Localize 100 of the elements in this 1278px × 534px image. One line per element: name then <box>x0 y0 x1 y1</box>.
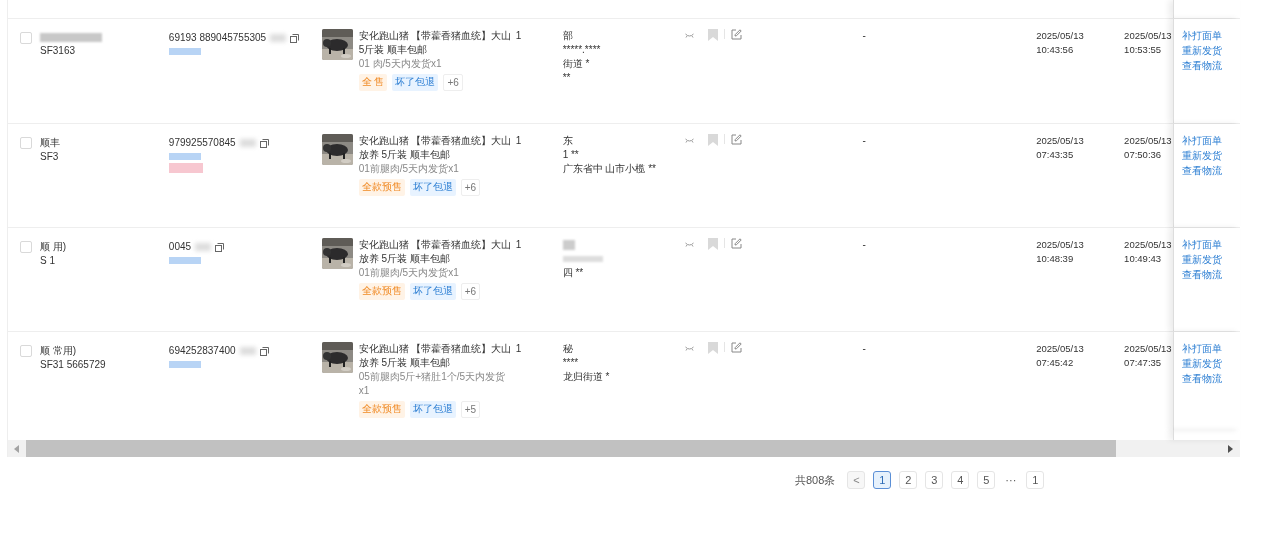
product-spec: 01前腿肉/5天内发货x1 <box>358 266 460 280</box>
action-link[interactable]: 查看物流 <box>1182 59 1223 73</box>
carrier-name: 顺 常用) <box>40 344 78 358</box>
product-tag: 坏了包退 <box>409 283 456 300</box>
product-spec: 01 肉/5天内发货x1 <box>358 57 443 71</box>
carrier-name: 顺丰 <box>40 136 60 150</box>
date-text: 2025/05/13 <box>1124 134 1173 148</box>
receiver-name: 部 <box>562 29 574 43</box>
page-button[interactable]: 1 <box>873 471 892 489</box>
order-number: 0045 <box>168 240 192 254</box>
receiver-address: 广东省中 山市小榄 ** <box>562 162 657 176</box>
product-tag: 全款预售 <box>358 179 405 196</box>
time-text: 10:48:39 <box>1036 252 1075 266</box>
page-button[interactable]: 2 <box>899 471 918 489</box>
copy-icon[interactable] <box>259 138 269 148</box>
checkbox[interactable] <box>20 345 32 357</box>
action-link[interactable]: 重新发货 <box>1182 149 1223 163</box>
copy-icon[interactable] <box>259 346 269 356</box>
action-link[interactable]: 补打面单 <box>1182 29 1223 43</box>
quantity: 1 <box>515 135 522 146</box>
quantity: 1 <box>515 30 522 41</box>
edit-icon[interactable] <box>731 29 743 40</box>
product-tag: 坏了包退 <box>392 74 439 91</box>
copy-icon[interactable] <box>290 33 300 43</box>
waybill-number: SF31 5665729 <box>40 358 106 372</box>
redaction-mask <box>239 347 256 355</box>
checkbox[interactable] <box>20 241 32 253</box>
product-title: 安化跑山猪 【带藿香猪血统】大山 <box>358 238 512 252</box>
bookmark-icon[interactable] <box>708 29 719 41</box>
product-tag: 全 售 <box>358 74 388 91</box>
eye-icon[interactable] <box>684 242 694 247</box>
quantity: 1 <box>515 239 522 250</box>
bookmark-icon[interactable] <box>708 238 719 250</box>
time-text: 07:47:35 <box>1124 356 1163 370</box>
action-link[interactable]: 重新发货 <box>1182 253 1223 267</box>
product-tag: 全款预售 <box>358 283 405 300</box>
receiver-address: 街道 * <box>562 57 591 71</box>
remark-text: - <box>862 135 866 146</box>
receiver-phone: *****.**** <box>562 43 602 57</box>
edit-icon[interactable] <box>731 134 743 145</box>
eye-icon[interactable] <box>684 138 694 143</box>
page-button[interactable]: 3 <box>925 471 944 489</box>
action-link[interactable]: 重新发货 <box>1182 44 1223 58</box>
date-text: 2025/05/13 <box>1124 238 1173 252</box>
product-subtitle: 5斤装 顺丰包邮 <box>358 43 428 57</box>
time-text: 10:43:56 <box>1036 43 1075 57</box>
time-text: 10:49:43 <box>1124 252 1163 266</box>
product-tag: 坏了包退 <box>409 401 456 418</box>
time-text: 07:43:35 <box>1036 148 1075 162</box>
date-text: 2025/05/13 <box>1036 342 1085 356</box>
redaction-mask <box>239 139 256 147</box>
scroll-right-icon[interactable] <box>1226 444 1234 453</box>
product-subtitle: 放养 5斤装 顺丰包邮 <box>358 148 451 162</box>
order-number: 694252837400 <box>168 344 236 358</box>
product-spec: 01前腿肉/5天内发货x1 <box>358 162 460 176</box>
action-link[interactable]: 补打面单 <box>1182 238 1223 252</box>
product-subtitle: 放养 5斤装 顺丰包邮 <box>358 356 451 370</box>
action-link[interactable]: 补打面单 <box>1182 134 1223 148</box>
total-count: 共808条 <box>795 472 836 488</box>
copy-icon[interactable] <box>215 242 225 252</box>
action-link[interactable]: 重新发货 <box>1182 357 1223 371</box>
remark-text: - <box>862 239 866 250</box>
receiver-address: 龙归街道 * <box>562 370 611 384</box>
page-button[interactable]: 1 <box>1026 471 1045 489</box>
eye-icon[interactable] <box>684 346 694 351</box>
order-number: 979925570845 <box>168 136 236 150</box>
product-spec: 05前腿肉5斤+猪肚1个/5天内发货x1 <box>358 370 507 398</box>
time-text: 10:53:55 <box>1124 43 1163 57</box>
carrier-name: 顺 用) <box>40 240 67 254</box>
action-link[interactable]: 查看物流 <box>1182 372 1223 386</box>
time-text: 07:50:36 <box>1124 148 1163 162</box>
waybill-number: SF3163 <box>40 44 77 58</box>
action-link[interactable]: 查看物流 <box>1182 164 1223 178</box>
action-link[interactable]: 补打面单 <box>1182 342 1223 356</box>
receiver-name: 东 <box>562 134 574 148</box>
waybill-number: SF3 <box>40 150 60 164</box>
remark-text: - <box>862 343 866 354</box>
action-link[interactable]: 查看物流 <box>1182 268 1223 282</box>
date-text: 2025/05/13 <box>1124 29 1173 43</box>
page-ellipsis: ··· <box>1004 472 1018 488</box>
product-subtitle: 放养 5斤装 顺丰包邮 <box>358 252 451 266</box>
edit-icon[interactable] <box>731 342 743 353</box>
edit-icon[interactable] <box>731 238 743 249</box>
eye-icon[interactable] <box>684 33 694 38</box>
product-tag: +5 <box>460 401 481 418</box>
remark-text: - <box>862 30 866 41</box>
redaction-mask <box>562 256 603 262</box>
product-title: 安化跑山猪 【带藿香猪血统】大山 <box>358 29 512 43</box>
bookmark-icon[interactable] <box>708 342 719 354</box>
date-text: 2025/05/13 <box>1036 29 1085 43</box>
redaction-mask <box>562 240 575 250</box>
bookmark-icon[interactable] <box>708 134 719 146</box>
receiver-phone: 1 ** <box>562 148 580 162</box>
page-button[interactable]: 4 <box>951 471 970 489</box>
scroll-left-icon[interactable] <box>13 444 21 453</box>
time-text: 07:45:42 <box>1036 356 1075 370</box>
date-text: 2025/05/13 <box>1036 134 1085 148</box>
page-button[interactable]: 5 <box>977 471 996 489</box>
checkbox[interactable] <box>20 137 32 149</box>
checkbox[interactable] <box>20 32 32 44</box>
